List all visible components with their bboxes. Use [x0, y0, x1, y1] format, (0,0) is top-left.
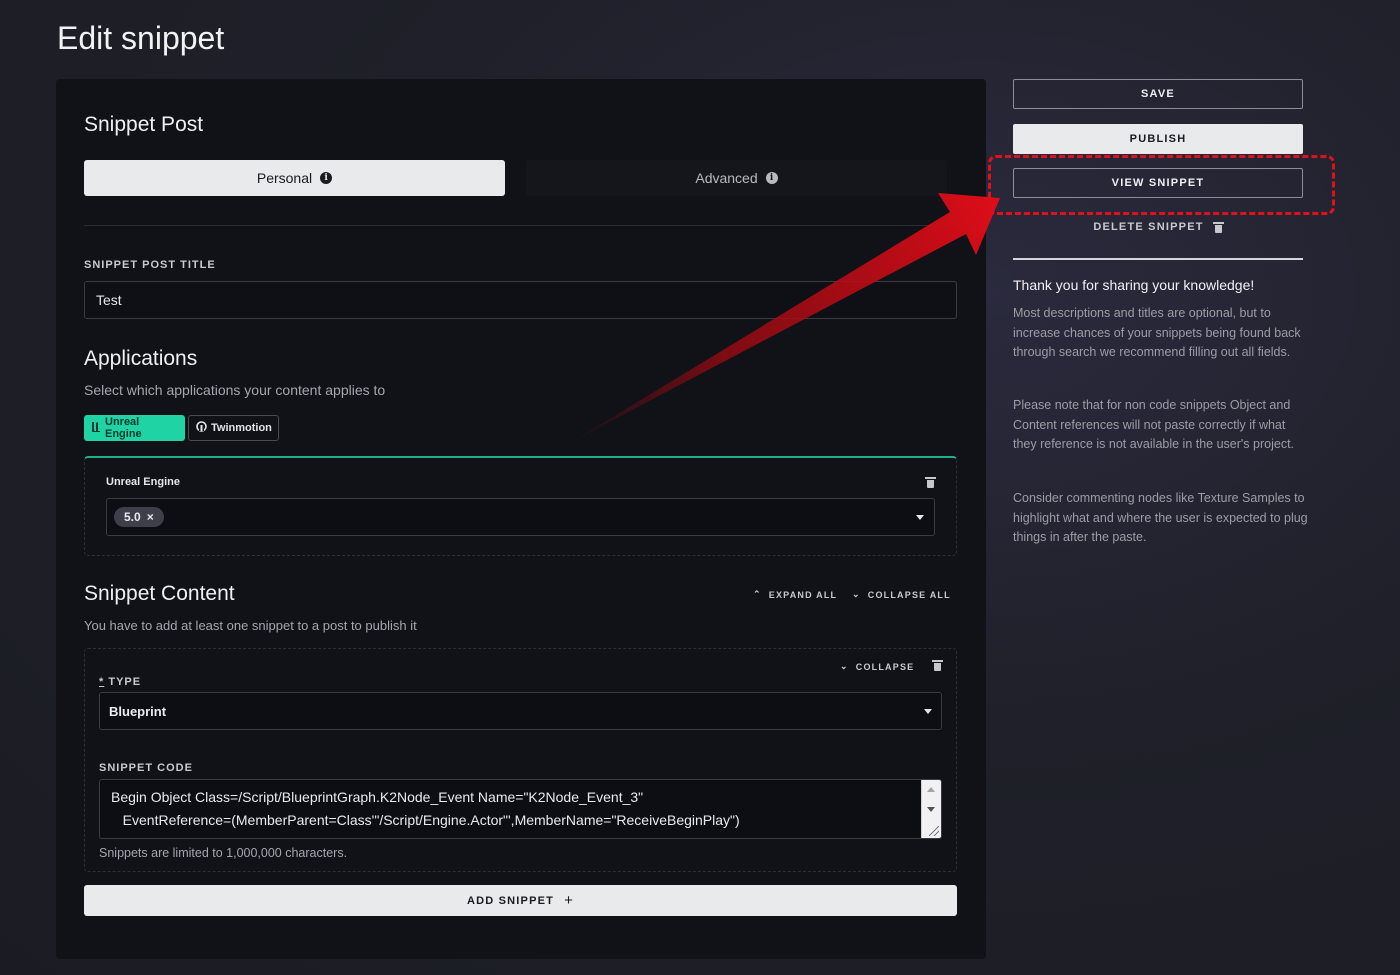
remove-version-icon[interactable]: × [147, 510, 154, 524]
app-tag-label: Unreal Engine [105, 416, 142, 440]
publish-button[interactable]: PUBLISH [1013, 124, 1303, 154]
snippet-code-textarea[interactable]: Begin Object Class=/Script/BlueprintGrap… [99, 779, 942, 839]
chevron-down-icon: ⌄ [852, 589, 861, 599]
type-select-value: Blueprint [109, 704, 167, 719]
version-chip: 5.0 × [114, 507, 164, 527]
page-title: Edit snippet [57, 20, 225, 56]
chevron-up-icon: ⌃ [753, 589, 762, 599]
annotation-highlight-box [988, 155, 1335, 215]
scroll-up-icon[interactable] [927, 787, 935, 792]
code-line: Begin Object Class=/Script/BlueprintGrap… [111, 789, 644, 805]
plus-icon: + [564, 892, 575, 909]
snippet-content-heading: Snippet Content [84, 582, 235, 605]
chevron-down-icon [924, 709, 932, 714]
scroll-down-icon[interactable] [927, 807, 935, 812]
chevron-down-icon: ⌄ [840, 661, 849, 671]
sidebar-paragraph: Most descriptions and titles are optiona… [1013, 306, 1301, 359]
add-snippet-button[interactable]: ADD SNIPPET + [84, 885, 957, 916]
info-icon[interactable]: i [320, 172, 333, 184]
required-marker: * [99, 676, 105, 688]
expand-all-button[interactable]: ⌃ EXPAND ALL [753, 589, 837, 600]
code-line: EventReference=(MemberParent=Class'"/Scr… [111, 812, 740, 828]
textarea-scrollbar[interactable] [921, 780, 941, 838]
sidebar-paragraph: Please note that for non code snippets O… [1013, 398, 1295, 451]
chevron-down-icon [916, 515, 924, 520]
trash-icon[interactable] [932, 660, 943, 671]
tab-personal-label: Personal [256, 170, 313, 186]
info-icon[interactable]: i [765, 172, 778, 184]
add-snippet-label: ADD SNIPPET [466, 894, 555, 907]
app-tag-unreal-engine[interactable]: Unreal Engine [84, 415, 185, 441]
delete-snippet-label: DELETE SNIPPET [1093, 221, 1204, 233]
applications-heading: Applications [84, 347, 198, 370]
collapse-snippet-label: COLLAPSE [855, 661, 915, 672]
snippet-post-title-value: Test [96, 292, 122, 308]
app-tag-label: Twinmotion [211, 422, 272, 434]
snippet-content-subtitle: You have to add at least one snippet to … [84, 618, 417, 633]
sidebar-thank-you-title: Thank you for sharing your knowledge! [1013, 277, 1255, 293]
sidebar-paragraph: Consider commenting nodes like Texture S… [1013, 491, 1308, 544]
tab-advanced-label: Advanced [695, 170, 758, 186]
type-label: * TYPE [99, 676, 141, 688]
unreal-engine-version-box: Unreal Engine 5.0 × [84, 456, 957, 556]
collapse-all-label: COLLAPSE ALL [867, 589, 951, 600]
trash-icon[interactable] [925, 477, 936, 488]
resize-handle-icon[interactable] [929, 826, 939, 836]
applications-subtitle: Select which applications your content a… [84, 382, 386, 398]
collapse-all-button[interactable]: ⌄ COLLAPSE ALL [852, 589, 951, 600]
snippet-item: ⌄ COLLAPSE * TYPE Blueprint SNIPPET CODE… [84, 648, 957, 872]
snippet-post-title-label: SNIPPET POST TITLE [84, 259, 216, 271]
unreal-engine-box-title: Unreal Engine [106, 476, 180, 488]
section-divider [84, 225, 957, 226]
twinmotion-icon [196, 421, 207, 435]
type-label-text: TYPE [108, 676, 142, 688]
trash-icon [1212, 221, 1224, 233]
delete-snippet-button[interactable]: DELETE SNIPPET [1013, 221, 1303, 233]
tab-advanced[interactable]: Advanced i [526, 160, 947, 196]
version-multiselect[interactable]: 5.0 × [106, 498, 935, 536]
character-limit-note: Snippets are limited to 1,000,000 charac… [99, 846, 348, 860]
unreal-engine-icon [91, 421, 101, 436]
version-chip-label: 5.0 [124, 510, 141, 524]
snippet-code-label: SNIPPET CODE [99, 762, 193, 774]
snippet-post-title-input[interactable]: Test [84, 281, 957, 319]
tab-personal[interactable]: Personal i [84, 160, 505, 196]
type-select[interactable]: Blueprint [99, 692, 942, 730]
snippet-form-panel: Snippet Post Personal i Advanced i SNIPP… [56, 79, 986, 959]
sidebar-divider [1013, 258, 1303, 260]
snippet-post-heading: Snippet Post [84, 113, 204, 136]
save-button[interactable]: SAVE [1013, 79, 1303, 109]
collapse-snippet-button[interactable]: ⌄ COLLAPSE [840, 661, 914, 672]
app-tag-twinmotion[interactable]: Twinmotion [188, 415, 279, 441]
expand-all-label: EXPAND ALL [768, 589, 838, 600]
